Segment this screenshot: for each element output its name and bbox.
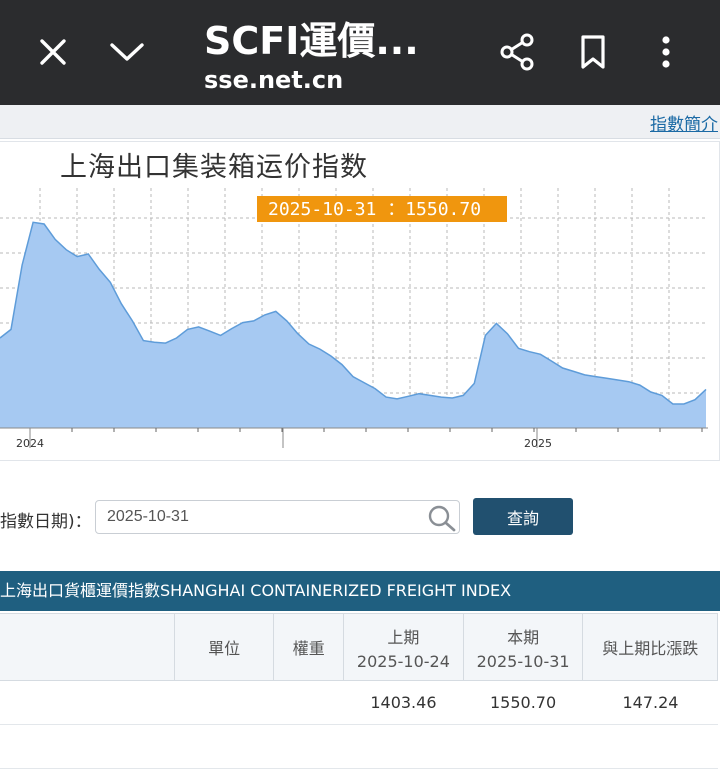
- chart-panel: 2024 2025 2025-10-31 ：1550.70 上海出口集装箱运价指…: [0, 141, 720, 461]
- page-content: 指數簡介 2024 2025 2025-10-31 ：1550.70 上海出口集…: [0, 105, 720, 771]
- header-current: 本期 2025-10-31: [462, 613, 584, 681]
- query-button[interactable]: 查詢: [473, 498, 573, 535]
- header-change: 與上期比漲跌: [582, 613, 718, 681]
- header-weight: 權重: [273, 613, 345, 681]
- table-row: 1403.46 1550.70 147.24: [0, 680, 718, 725]
- x-tick-label-2025: 2025: [524, 437, 552, 450]
- header-current-date: 2025-10-31: [476, 651, 570, 671]
- chart-title: 上海出口集装箱运价指数: [60, 152, 368, 183]
- table-caption: 上海出口貨櫃運價指數SHANGHAI CONTAINERIZED FREIGHT…: [0, 571, 720, 611]
- header-previous-date: 2025-10-24: [356, 651, 450, 671]
- row-cell: [582, 724, 718, 769]
- header-previous: 上期 2025-10-24: [343, 613, 464, 681]
- browser-top-bar: SCFI運價... sse.net.cn: [0, 0, 720, 105]
- header-current-label: 本期: [507, 627, 540, 647]
- date-input[interactable]: [95, 500, 460, 534]
- header-previous-label: 上期: [387, 627, 420, 647]
- area-chart: 2024 2025 2025-10-31 ：1550.70: [0, 188, 708, 450]
- date-label: 指數日期)：: [0, 512, 92, 532]
- row-cell: [0, 724, 175, 769]
- more-vert-icon[interactable]: [656, 33, 676, 71]
- page-url[interactable]: sse.net.cn: [204, 66, 343, 94]
- row-current: 1550.70: [463, 680, 583, 725]
- row-cell: [273, 724, 344, 769]
- row-change: 147.24: [582, 680, 718, 725]
- index-intro-link[interactable]: 指數簡介: [650, 110, 718, 135]
- share-icon[interactable]: [497, 31, 539, 73]
- bookmark-icon[interactable]: [577, 33, 609, 71]
- row-name: [0, 680, 175, 725]
- x-tick-label-2024: 2024: [16, 437, 44, 450]
- tooltip-text: 2025-10-31 ：1550.70: [268, 199, 481, 220]
- row-cell: [463, 724, 583, 769]
- top-strip: 指數簡介: [0, 105, 720, 139]
- table-row: [0, 724, 718, 769]
- search-icon[interactable]: [427, 504, 457, 536]
- row-previous: 1403.46: [343, 680, 464, 725]
- row-weight: [273, 680, 344, 725]
- row-unit: [174, 680, 274, 725]
- index-table: 單位 權重 上期 2025-10-24 本期 2025-10-31 與上期比漲跌…: [0, 613, 718, 769]
- page-title: SCFI運價...: [204, 19, 419, 63]
- x-axis-ticks: [29, 428, 703, 448]
- table-header-row: 單位 權重 上期 2025-10-24 本期 2025-10-31 與上期比漲跌: [0, 613, 718, 681]
- row-cell: [343, 724, 464, 769]
- close-icon[interactable]: [36, 35, 70, 69]
- row-cell: [174, 724, 274, 769]
- header-name: [0, 613, 175, 681]
- header-unit: 單位: [173, 613, 275, 681]
- chevron-down-icon[interactable]: [108, 36, 146, 68]
